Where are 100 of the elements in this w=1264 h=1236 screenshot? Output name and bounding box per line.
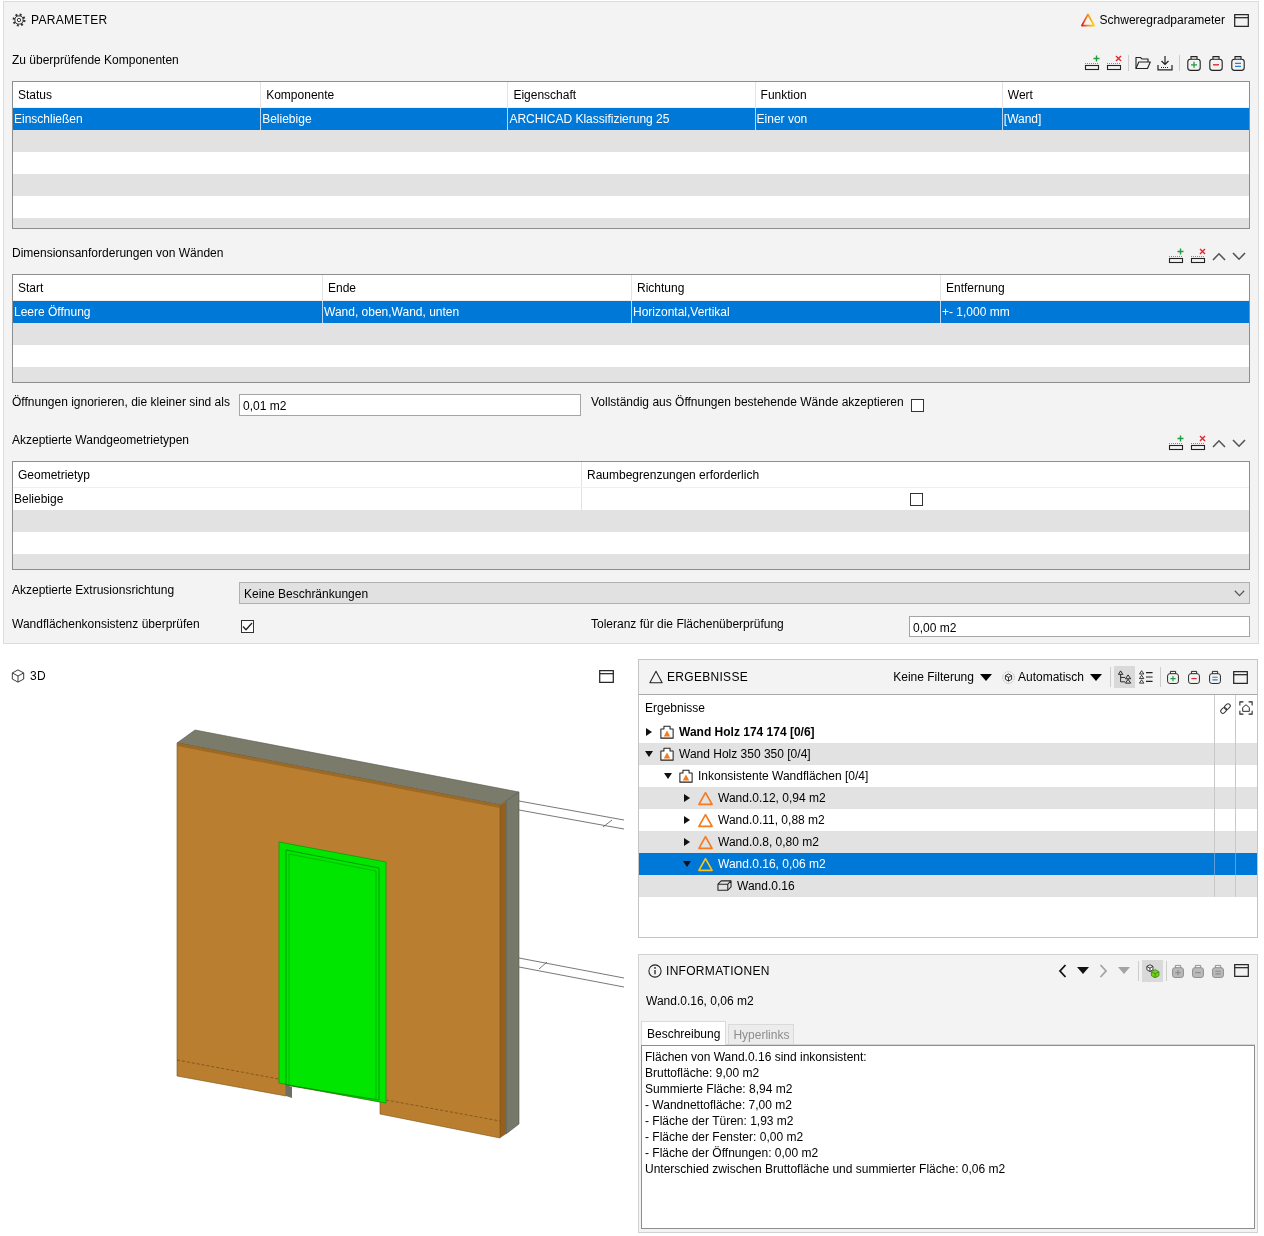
column-header[interactable]: Eigenschaft xyxy=(507,82,755,107)
description-line: - Fläche der Fenster: 0,00 m2 xyxy=(645,1129,805,1145)
input-field[interactable]: 0,00 m2 xyxy=(909,616,1250,637)
caret-down-icon[interactable] xyxy=(664,773,672,779)
checkbox[interactable] xyxy=(909,492,923,506)
add-row-icon[interactable] xyxy=(1084,55,1100,71)
download-icon[interactable] xyxy=(1157,55,1173,71)
chevron-up-icon[interactable] xyxy=(1212,438,1226,448)
column-header[interactable]: Richtung xyxy=(631,275,940,300)
description-line: Flächen von Wand.0.16 sind inkonsistent: xyxy=(645,1049,868,1065)
description-line: - Fläche der Türen: 1,93 m2 xyxy=(645,1113,795,1129)
caret-right-icon[interactable] xyxy=(684,794,690,802)
cubes-icon xyxy=(1145,963,1160,978)
column-header[interactable]: Ergebnisse xyxy=(639,695,1214,721)
checkbox[interactable] xyxy=(241,620,254,633)
cube-icon xyxy=(11,669,25,683)
remove-row-icon[interactable] xyxy=(1190,248,1206,264)
caret-right-icon[interactable] xyxy=(684,816,690,824)
triangle-icon xyxy=(649,670,663,684)
window-icon[interactable] xyxy=(1234,963,1249,978)
panel-title: ERGEBNISSE xyxy=(667,670,749,684)
window-icon[interactable] xyxy=(599,668,614,684)
house-frame-icon[interactable] xyxy=(1239,701,1253,715)
table-cell: Beliebige xyxy=(260,108,508,130)
box-minus-icon[interactable] xyxy=(1208,55,1224,71)
caret-down-icon[interactable] xyxy=(645,751,653,757)
remove-row-icon[interactable] xyxy=(1106,55,1122,71)
description-line: Unterschied zwischen Bruttofläche und summierter Fläche: 0,06 m2 xyxy=(645,1161,1007,1177)
mode-dropdown[interactable]: Automatisch xyxy=(1001,670,1102,684)
field-label: Vollständig aus Öffnungen bestehende Wände akzeptieren xyxy=(591,394,905,410)
table-cell-text: Beliebige xyxy=(13,491,65,508)
chevron-up-icon[interactable] xyxy=(1212,251,1226,261)
checkmark-icon xyxy=(242,622,253,631)
column-header[interactable]: Geometrietyp xyxy=(13,462,581,487)
panel-title: INFORMATIONEN xyxy=(666,963,770,978)
chevron-down-icon xyxy=(1234,590,1245,597)
dropdown[interactable]: Keine Beschränkungen xyxy=(239,582,1250,604)
window-icon[interactable] xyxy=(1234,12,1249,28)
input-field[interactable]: 0,01 m2 xyxy=(239,394,581,416)
table-cell: +- 1,000 mm xyxy=(940,301,1249,323)
column-header[interactable]: Ende xyxy=(322,275,631,300)
warning-box-icon xyxy=(679,769,693,783)
caret-down-icon xyxy=(979,673,992,681)
severity-parameters-button[interactable]: Schweregradparameter xyxy=(1080,13,1225,27)
tree-item[interactable]: Wand.0.16, 0,06 m2 xyxy=(639,853,1257,875)
caret-right-icon[interactable] xyxy=(684,838,690,846)
column-header[interactable]: Wert xyxy=(1001,82,1249,107)
caret-down-icon[interactable] xyxy=(1077,967,1089,974)
checkbox[interactable] xyxy=(911,398,924,412)
table-cell: ARCHICAD Klassifizierung 25 xyxy=(507,108,755,130)
box-plus-icon[interactable] xyxy=(1186,55,1202,71)
cuboid-icon xyxy=(717,878,732,894)
warning-triangle-icon xyxy=(1080,13,1095,27)
box-lines-icon[interactable] xyxy=(1208,670,1222,684)
add-row-icon[interactable] xyxy=(1168,435,1184,451)
section-label: Akzeptierte Wandgeometrietypen xyxy=(12,433,189,447)
panel-title: 3D xyxy=(30,669,46,683)
tab[interactable]: Beschreibung xyxy=(641,1021,727,1045)
column-header[interactable]: Funktion xyxy=(754,82,1002,107)
warning-triangle-icon xyxy=(698,790,713,806)
box-lines-icon[interactable] xyxy=(1230,55,1246,71)
field-label: Öffnungen ignorieren, die kleiner sind als xyxy=(12,394,231,410)
cubes-toggle-button[interactable] xyxy=(1142,959,1163,982)
field-label: Akzeptierte Extrusionsrichtung xyxy=(12,582,176,598)
description-line: - Fläche der Öffnungen: 0,00 m2 xyxy=(645,1145,820,1161)
column-header[interactable]: Komponente xyxy=(260,82,508,107)
tree-item[interactable]: Wand Holz 350 350 [0/4] xyxy=(639,743,1257,765)
folder-icon[interactable] xyxy=(1135,55,1151,71)
chevron-left-icon[interactable] xyxy=(1058,963,1067,978)
tree-structure-icon xyxy=(1117,670,1132,684)
table-row[interactable]: Leere Öffnung Wand, oben,Wand, unten Horizontal,Vertikal +- 1,000 mm xyxy=(13,301,1249,323)
table-cell-text: Einschließen xyxy=(13,111,84,128)
box-plus-icon[interactable] xyxy=(1166,670,1180,684)
warning-box-icon xyxy=(660,725,674,739)
field-label: Wandflächenkonsistenz überprüfen xyxy=(12,616,201,632)
description-line: - Wandnettofläche: 7,00 m2 xyxy=(645,1097,793,1113)
column-header[interactable]: Status xyxy=(13,82,261,107)
table-cell: Wand, oben,Wand, unten xyxy=(322,301,631,323)
remove-row-icon[interactable] xyxy=(1190,435,1206,451)
caret-right-icon[interactable] xyxy=(646,728,652,736)
link-icon[interactable] xyxy=(1218,701,1232,715)
cube-icon xyxy=(1001,670,1015,684)
chevron-down-icon[interactable] xyxy=(1232,251,1246,261)
chevron-down-icon[interactable] xyxy=(1232,438,1246,448)
field-label: Toleranz für die Flächenüberprüfung xyxy=(591,616,785,632)
section-label: Zu überprüfende Komponenten xyxy=(12,53,179,67)
tree-view-button[interactable] xyxy=(1114,666,1135,688)
window-icon[interactable] xyxy=(1233,669,1248,685)
filter-dropdown[interactable]: Keine Filterung xyxy=(893,670,992,684)
box-minus-icon[interactable] xyxy=(1187,670,1201,684)
caret-down-icon xyxy=(1090,673,1102,681)
column-header[interactable]: Start xyxy=(13,275,322,300)
add-row-icon[interactable] xyxy=(1168,248,1184,264)
column-header[interactable]: Raumbegrenzungen erforderlich xyxy=(581,462,1249,487)
column-header[interactable]: Entfernung xyxy=(940,275,1249,300)
panel-title: PARAMETER xyxy=(31,13,108,27)
tree-item[interactable]: Wand.0.16 xyxy=(639,875,1257,897)
tree-item[interactable]: Wand.0.8, 0,80 m2 xyxy=(639,831,1257,853)
tree-item[interactable]: Wand.0.12, 0,94 m2 xyxy=(639,787,1257,809)
table-row[interactable]: Einschließen Beliebige ARCHICAD Klassifizierung 25 Einer von [Wand] xyxy=(13,108,1249,130)
